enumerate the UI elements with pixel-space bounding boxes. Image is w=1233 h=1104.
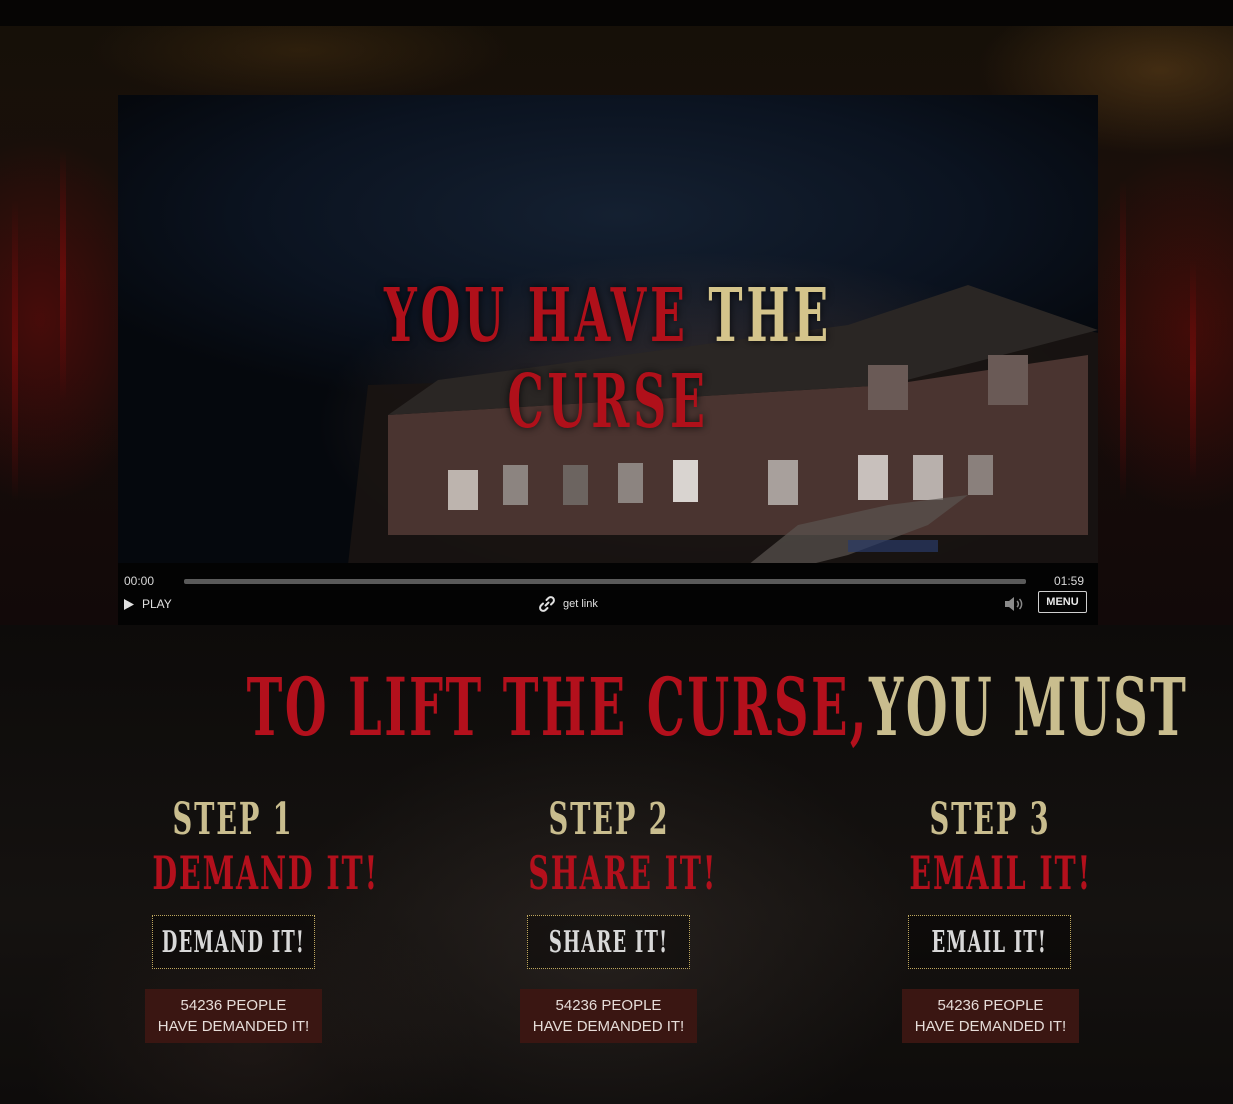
counter-line: 54236 PEOPLE: [555, 997, 662, 1014]
play-label: PLAY: [142, 597, 172, 611]
get-link-label: get link: [563, 598, 598, 610]
play-button[interactable]: PLAY: [124, 595, 172, 613]
counter-line: 54236 PEOPLE: [180, 997, 287, 1014]
blood-drip: [12, 200, 18, 500]
blood-drip: [60, 150, 66, 400]
button-label: DEMAND IT!: [161, 924, 306, 960]
video-controls: 00:00 01:59 PLAY get link MENU: [118, 563, 1098, 625]
get-link-button[interactable]: get link: [538, 595, 598, 613]
step-1: STEP 1 DEMAND IT!: [103, 794, 379, 900]
step-number: STEP 3: [929, 794, 1051, 845]
step-action: DEMAND IT!: [152, 846, 379, 900]
play-icon: [124, 598, 134, 610]
heading-red: TO LIFT THE CURSE,: [246, 660, 870, 754]
step-number: STEP 2: [548, 794, 670, 845]
blood-drip: [1190, 260, 1196, 480]
counter-line: HAVE DEMANDED IT!: [914, 1018, 1067, 1035]
overlay-title-part: CURSE: [507, 359, 709, 445]
button-label: SHARE IT!: [548, 924, 669, 960]
step-3: STEP 3 EMAIL IT!: [860, 794, 1120, 900]
heading-tan: YOU MUST: [869, 660, 1189, 754]
top-strip: [0, 0, 1233, 26]
share-counter: 54236 PEOPLE HAVE DEMANDED IT!: [520, 989, 697, 1043]
button-label: EMAIL IT!: [931, 924, 1048, 960]
counter-line: 54236 PEOPLE: [937, 997, 1044, 1014]
current-time: 00:00: [124, 574, 155, 588]
step-number: STEP 1: [172, 794, 294, 845]
email-counter: 54236 PEOPLE HAVE DEMANDED IT!: [902, 989, 1079, 1043]
step-action: EMAIL IT!: [909, 846, 1092, 900]
link-icon: [539, 596, 555, 612]
volume-icon[interactable]: [1004, 596, 1026, 612]
email-it-button[interactable]: EMAIL IT!: [908, 915, 1071, 969]
duration: 01:59: [1054, 574, 1085, 588]
step-2: STEP 2 SHARE IT!: [479, 794, 739, 900]
blood-drip: [1120, 180, 1126, 500]
share-it-button[interactable]: SHARE IT!: [527, 915, 690, 969]
counter-line: HAVE DEMANDED IT!: [532, 1018, 685, 1035]
video-overlay-title: YOU HAVE THE CURSE: [304, 273, 912, 445]
call-to-action-section: TO LIFT THE CURSE,YOU MUST STEP 1 DEMAND…: [0, 625, 1233, 1104]
demand-it-button[interactable]: DEMAND IT!: [152, 915, 315, 969]
step-action: SHARE IT!: [528, 846, 718, 900]
overlay-title-part: YOU HAVE: [384, 273, 689, 359]
video-player[interactable]: YOU HAVE THE CURSE 00:00 01:59 PLAY get …: [118, 95, 1098, 625]
demand-counter: 54236 PEOPLE HAVE DEMANDED IT!: [145, 989, 322, 1043]
menu-button[interactable]: MENU: [1038, 591, 1087, 613]
video-frame[interactable]: YOU HAVE THE CURSE: [118, 95, 1098, 563]
overlay-title-part: THE: [708, 273, 832, 359]
progress-bar[interactable]: [184, 579, 1026, 584]
section-heading: TO LIFT THE CURSE,YOU MUST: [246, 660, 1186, 754]
counter-line: HAVE DEMANDED IT!: [157, 1018, 310, 1035]
